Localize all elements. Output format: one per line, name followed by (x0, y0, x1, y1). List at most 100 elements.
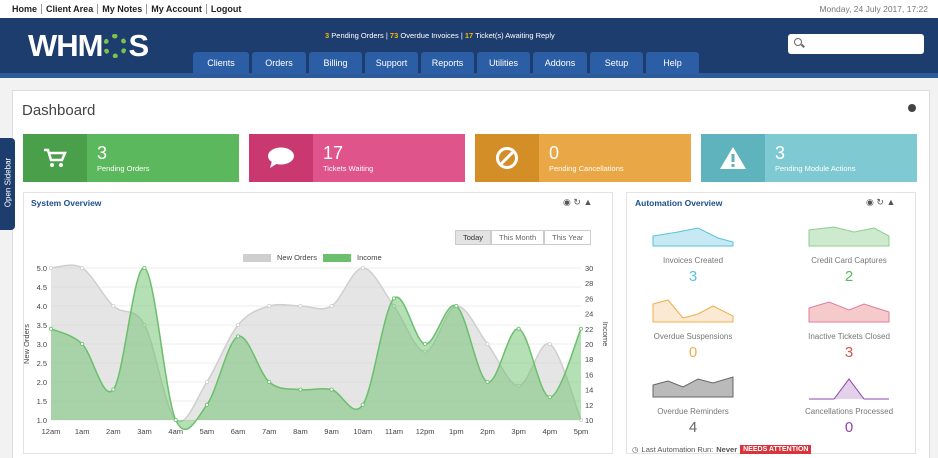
auto-invoices-created: Invoices Created 3 (626, 218, 760, 290)
x-tick-label: 4am (168, 427, 183, 436)
top-links: Home Client Area My Notes My Account Log… (12, 4, 245, 14)
stat-pending-orders[interactable]: 3 Pending Orders (23, 134, 239, 182)
x-tick-label: 5am (200, 427, 215, 436)
data-point (80, 266, 85, 271)
auto-overdue-suspensions: Overdue Suspensions 0 (626, 294, 760, 366)
link-logout[interactable]: Logout (207, 4, 246, 14)
sparkline (808, 301, 890, 323)
eye-icon[interactable]: ◉ (866, 197, 874, 207)
stat-value: 3 (97, 143, 108, 163)
eye-icon[interactable]: ◉ (563, 197, 571, 207)
y2-tick-label: 18 (585, 355, 593, 364)
y-tick-label: 3.0 (37, 340, 47, 349)
link-my-account[interactable]: My Account (147, 4, 207, 14)
tickets-count[interactable]: 17 (465, 31, 473, 40)
data-point (267, 304, 272, 309)
settings-icon[interactable] (908, 104, 916, 112)
sparkline (652, 376, 734, 398)
auto-value: 3 (844, 344, 854, 361)
y2-tick-label: 14 (585, 386, 593, 395)
nav-support[interactable]: Support (365, 52, 418, 74)
toggle-today[interactable]: Today (455, 230, 492, 245)
data-point (579, 326, 584, 331)
data-point (298, 304, 303, 309)
auto-value: 4 (688, 419, 698, 436)
x-tick-label: 2am (106, 427, 121, 436)
chevron-up-icon[interactable]: ▲ (583, 197, 592, 207)
data-point (547, 342, 552, 347)
auto-overdue-reminders: Overdue Reminders 4 (626, 369, 760, 441)
link-home[interactable]: Home (12, 4, 43, 14)
link-client-area[interactable]: Client Area (42, 4, 99, 14)
logo-text-1: WHM (28, 28, 103, 63)
link-my-notes[interactable]: My Notes (98, 4, 148, 14)
overdue-invoices-link[interactable]: Overdue Invoices (400, 31, 458, 40)
auto-value: 3 (688, 268, 698, 285)
y-tick-label: 2.5 (37, 359, 47, 368)
data-point (360, 266, 365, 271)
y2-tick-label: 22 (585, 325, 593, 334)
top-bar: Home Client Area My Notes My Account Log… (0, 0, 938, 18)
pending-orders-count[interactable]: 3 (325, 31, 329, 40)
x-tick-label: 10am (353, 427, 372, 436)
data-point (204, 380, 209, 385)
open-sidebar-tab[interactable]: Open Sidebar (0, 138, 15, 230)
auto-value: 0 (688, 344, 698, 361)
data-point (80, 342, 85, 347)
auto-cancellations-processed: Cancellations Processed 0 (782, 369, 916, 441)
x-tick-label: 4pm (543, 427, 558, 436)
x-tick-label: 12am (42, 427, 61, 436)
chevron-up-icon[interactable]: ▲ (886, 197, 895, 207)
auto-inactive-tickets-closed: Inactive Tickets Closed 3 (782, 294, 916, 366)
toggle-this-month[interactable]: This Month (491, 230, 545, 245)
nav-billing[interactable]: Billing (309, 52, 362, 74)
auto-label: Cancellations Processed (804, 407, 894, 416)
tickets-awaiting-link[interactable]: Ticket(s) Awaiting Reply (475, 31, 555, 40)
panel-controls: ◉ ↻ ▲ (866, 197, 895, 208)
search-input[interactable] (788, 34, 924, 54)
ban-icon (475, 134, 539, 182)
chart-legend: New Orders Income (243, 253, 382, 262)
stat-tickets-waiting[interactable]: 17 Tickets Waiting (249, 134, 465, 182)
nav-clients[interactable]: Clients (193, 52, 249, 74)
y-tick-label: 1.5 (37, 397, 47, 406)
period-toggle: Today This Month This Year (455, 230, 592, 245)
auto-label: Overdue Suspensions (653, 332, 733, 341)
y2-tick-label: 24 (585, 310, 593, 319)
overdue-invoices-count[interactable]: 73 (390, 31, 398, 40)
system-overview-title: System Overview (31, 198, 102, 208)
last-run-label: Last Automation Run: (641, 445, 714, 454)
stat-pending-cancellations[interactable]: 0 Pending Cancellations (475, 134, 691, 182)
stat-value: 17 (323, 143, 344, 163)
whmcs-logo[interactable]: WHM S (28, 28, 149, 64)
pending-orders-link[interactable]: Pending Orders (331, 31, 384, 40)
x-tick-label: 2pm (480, 427, 495, 436)
refresh-icon[interactable]: ↻ (876, 197, 884, 207)
current-date: Monday, 24 July 2017, 17:22 (819, 4, 928, 14)
needs-attention-badge[interactable]: NEEDS ATTENTION (740, 445, 812, 454)
toggle-this-year[interactable]: This Year (544, 230, 592, 245)
nav-setup[interactable]: Setup (590, 52, 643, 74)
last-run-value: Never (716, 445, 738, 454)
y-tick-label: 3.5 (37, 321, 47, 330)
gear-icon (103, 34, 128, 58)
nav-orders[interactable]: Orders (252, 52, 306, 74)
nav-help[interactable]: Help (646, 52, 699, 74)
x-tick-label: 11am (385, 427, 403, 436)
data-point (391, 296, 396, 301)
nav-addons[interactable]: Addons (533, 52, 587, 74)
data-point (142, 266, 147, 271)
y-tick-label: 4.5 (37, 283, 47, 292)
y2-tick-label: 10 (585, 416, 593, 425)
nav-reports[interactable]: Reports (421, 52, 474, 74)
open-sidebar-label: Open Sidebar (3, 157, 13, 208)
y2-tick-label: 28 (585, 279, 593, 288)
nav-utilities[interactable]: Utilities (477, 52, 530, 74)
page-title: Dashboard (22, 102, 96, 119)
data-point (360, 402, 365, 407)
data-point (298, 387, 303, 392)
auto-value: 0 (844, 419, 854, 436)
refresh-icon[interactable]: ↻ (573, 197, 581, 207)
stat-label: Pending Module Actions (775, 164, 856, 173)
stat-pending-module-actions[interactable]: 3 Pending Module Actions (701, 134, 917, 182)
